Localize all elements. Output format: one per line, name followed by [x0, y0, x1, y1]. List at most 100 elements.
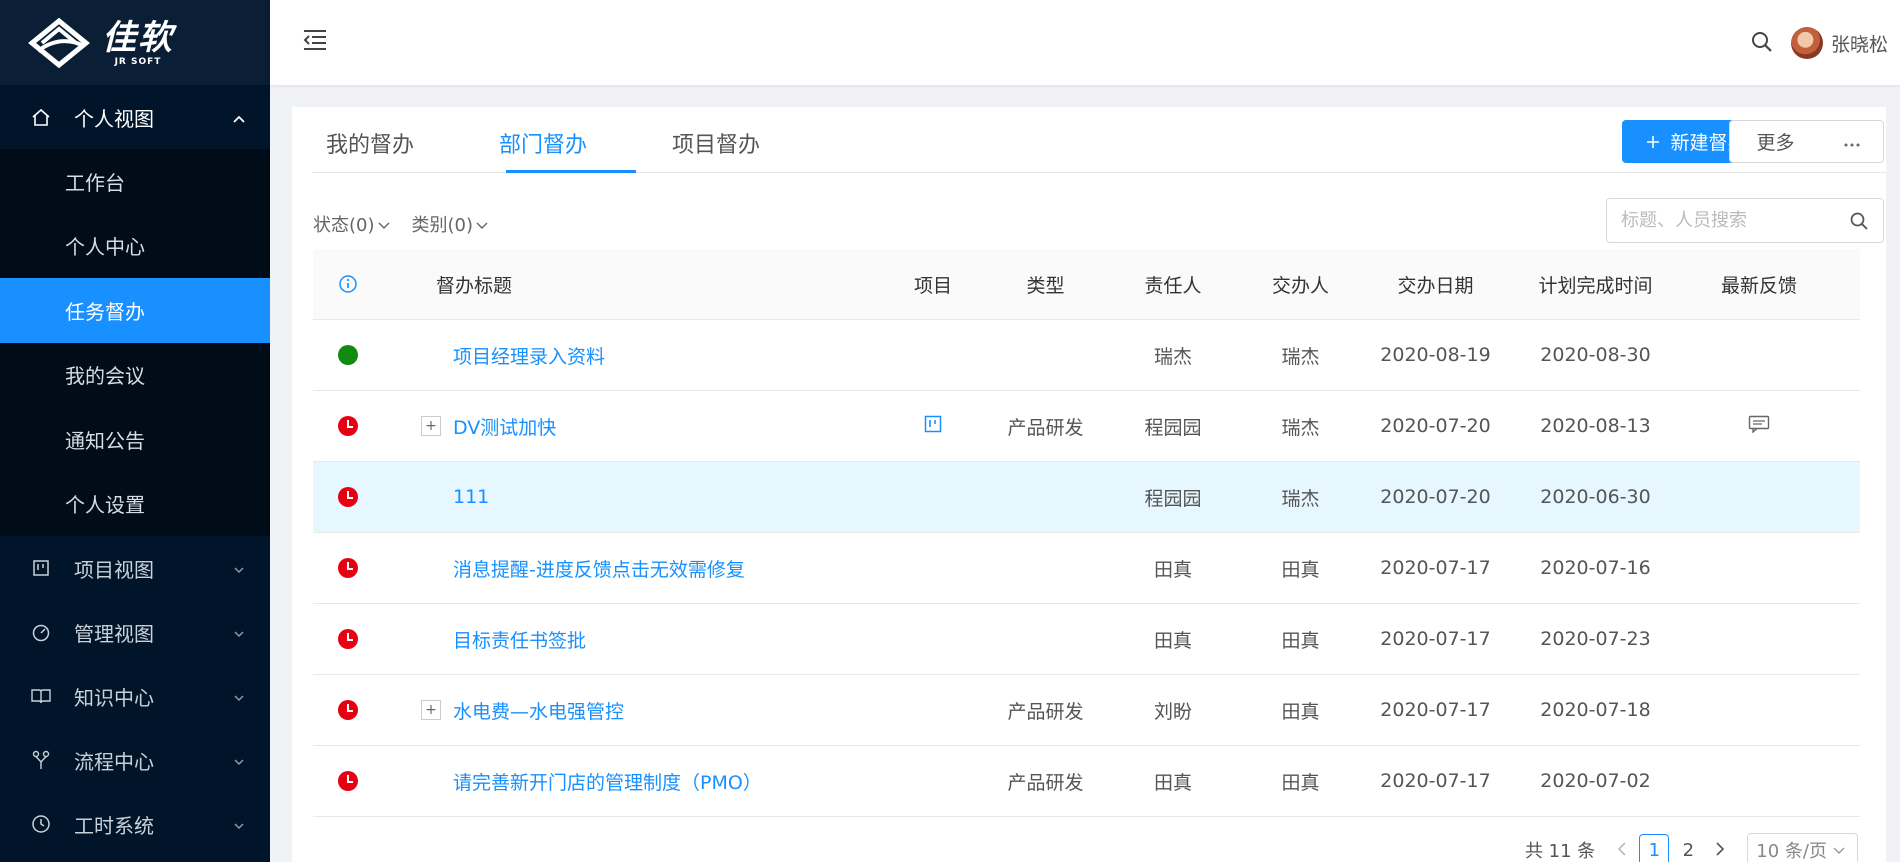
menu-group-timesheet[interactable]: 工时系统 [0, 792, 270, 856]
sidebar-item-workbench[interactable]: 工作台 [0, 149, 270, 214]
table-row[interactable]: 111 程园园 瑞杰 2020-07-20 2020-06-30 [313, 462, 1860, 533]
owner-cell: 田真 [1153, 558, 1192, 581]
filter-bar: 状态(0) 类别(0) [313, 211, 510, 237]
table-row[interactable]: + DV测试加快 产品研发 程园园 瑞杰 2020-07-20 2020-08-13 [313, 391, 1860, 462]
chevron-up-icon [232, 107, 246, 131]
task-title-link[interactable]: 111 [453, 486, 489, 508]
home-icon [30, 106, 52, 128]
plan-date-cell: 2020-07-16 [1540, 557, 1651, 579]
task-title-link[interactable]: 请完善新开门店的管理制度（PMO） [453, 768, 762, 795]
user-menu[interactable]: 张晓松 [1790, 27, 1888, 59]
title-cell: 请完善新开门店的管理制度（PMO） [383, 768, 883, 795]
page-2[interactable]: 2 [1673, 834, 1703, 862]
menu-group-management-view[interactable]: 管理视图 [0, 600, 270, 664]
owner-cell: 田真 [1153, 771, 1192, 794]
search-icon[interactable] [1750, 30, 1774, 54]
table-row[interactable]: 请完善新开门店的管理制度（PMO） 产品研发 田真 田真 2020-07-17 2020-… [313, 746, 1860, 817]
sub-menu: 工作台 个人中心 任务督办 我的会议 通知公告 个人设置 [0, 149, 270, 536]
search-input[interactable] [1607, 199, 1827, 242]
table-row[interactable]: 项目经理录入资料 瑞杰 瑞杰 2020-08-19 2020-08-30 [313, 320, 1860, 391]
chevron-down-icon [476, 214, 488, 235]
title-cell: 111 [383, 486, 883, 508]
status-cell [313, 416, 383, 436]
search-box[interactable] [1606, 198, 1884, 243]
sidebar-item-announcements[interactable]: 通知公告 [0, 407, 270, 472]
task-title-link[interactable]: 水电费—水电强管控 [453, 697, 624, 724]
menu-group-label: 项目视图 [74, 557, 154, 582]
tab-my-supervision[interactable]: 我的督办 [326, 127, 414, 173]
menu-fold-icon[interactable] [302, 28, 328, 52]
feedback-message-icon[interactable] [1748, 415, 1770, 438]
plan-date-cell: 2020-07-02 [1540, 770, 1651, 792]
menu-group-process-center[interactable]: 流程中心 [0, 728, 270, 792]
search-icon[interactable] [1849, 211, 1869, 236]
ellipsis-icon [1844, 131, 1860, 152]
category-filter-label: 类别(0) [411, 215, 474, 236]
assigner-cell: 田真 [1281, 629, 1320, 652]
sidebar-item-my-meetings[interactable]: 我的会议 [0, 343, 270, 408]
assign-date-cell: 2020-07-17 [1380, 557, 1491, 579]
expand-row-button[interactable]: + [421, 416, 441, 436]
category-filter[interactable]: 类别(0) [412, 211, 489, 237]
status-ok-icon [338, 345, 358, 365]
table-row[interactable]: + 水电费—水电强管控 产品研发 刘盼 田真 2020-07-17 2020-07-18 [313, 675, 1860, 746]
col-owner: 责任人 [1144, 274, 1202, 297]
expand-row-button[interactable]: + [421, 700, 441, 720]
ellipsis-button[interactable] [1821, 120, 1884, 163]
task-title-link[interactable]: DV测试加快 [453, 413, 556, 440]
col-assign-date: 交办日期 [1397, 274, 1474, 297]
task-title-link[interactable]: 项目经理录入资料 [453, 342, 605, 369]
project-board-icon[interactable] [924, 415, 942, 438]
status-cell [313, 700, 383, 720]
feedback-cell [1683, 415, 1835, 438]
page-size-select[interactable]: 10 条/页 [1747, 833, 1858, 862]
assign-date-cell: 2020-07-20 [1380, 486, 1491, 508]
logo[interactable]: 佳软 JR SOFT [0, 0, 270, 85]
info-icon[interactable] [313, 274, 383, 294]
task-title-link[interactable]: 消息提醒-进度反馈点击无效需修复 [453, 555, 745, 582]
prev-page-icon[interactable] [1617, 840, 1627, 861]
chevron-down-icon [232, 558, 246, 582]
status-cell [313, 558, 383, 578]
sidebar-item-personal-settings[interactable]: 个人设置 [0, 472, 270, 537]
menu-group-knowledge-center[interactable]: 知识中心 [0, 664, 270, 728]
task-title-link[interactable]: 目标责任书签批 [453, 626, 586, 653]
table-row[interactable]: 消息提醒-进度反馈点击无效需修复 田真 田真 2020-07-17 2020-07-16 [313, 533, 1860, 604]
assign-date-cell: 2020-08-19 [1380, 344, 1491, 366]
main-card: 我的督办 部门督办 项目督办 新建督办 更多 状态(0) 类别(0) 标题、人员… [292, 107, 1886, 862]
plus-icon [1646, 135, 1660, 149]
chevron-down-icon [232, 814, 246, 838]
menu-group-label: 知识中心 [74, 685, 154, 710]
sidebar-item-task-supervision[interactable]: 任务督办 [0, 278, 270, 343]
page-1[interactable]: 1 [1639, 834, 1670, 862]
sidebar: 佳软 JR SOFT 个人视图 工作台 个人中心 任务督办 我的会议 通知公告 … [0, 0, 270, 862]
assign-date-cell: 2020-07-17 [1380, 699, 1491, 721]
chevron-down-icon [232, 750, 246, 774]
status-overdue-icon [338, 771, 358, 791]
owner-cell: 程园园 [1144, 487, 1202, 510]
assign-date-cell: 2020-07-17 [1380, 628, 1491, 650]
assigner-cell: 瑞杰 [1281, 416, 1320, 439]
project-cell [883, 415, 983, 438]
menu-group-project-view[interactable]: 项目视图 [0, 536, 270, 600]
type-cell: 产品研发 [1007, 700, 1084, 723]
dashboard-icon [30, 621, 52, 643]
next-page-icon[interactable] [1715, 840, 1725, 861]
sidebar-item-personal-center[interactable]: 个人中心 [0, 214, 270, 279]
owner-cell: 田真 [1153, 629, 1192, 652]
more-button[interactable]: 更多 [1729, 120, 1822, 163]
status-cell [313, 629, 383, 649]
status-cell [313, 771, 383, 791]
assign-date-cell: 2020-07-17 [1380, 770, 1491, 792]
status-overdue-icon [338, 700, 358, 720]
table-row[interactable]: 目标责任书签批 田真 田真 2020-07-17 2020-07-23 [313, 604, 1860, 675]
status-filter[interactable]: 状态(0) [313, 211, 390, 237]
menu-group-personal-view[interactable]: 个人视图 [0, 85, 270, 149]
status-overdue-icon [338, 629, 358, 649]
assigner-cell: 田真 [1281, 771, 1320, 794]
owner-cell: 刘盼 [1153, 700, 1192, 723]
tab-project-supervision[interactable]: 项目督办 [672, 127, 760, 173]
tab-department-supervision[interactable]: 部门督办 [499, 127, 587, 173]
owner-cell: 程园园 [1144, 416, 1202, 439]
assigner-cell: 瑞杰 [1281, 487, 1320, 510]
